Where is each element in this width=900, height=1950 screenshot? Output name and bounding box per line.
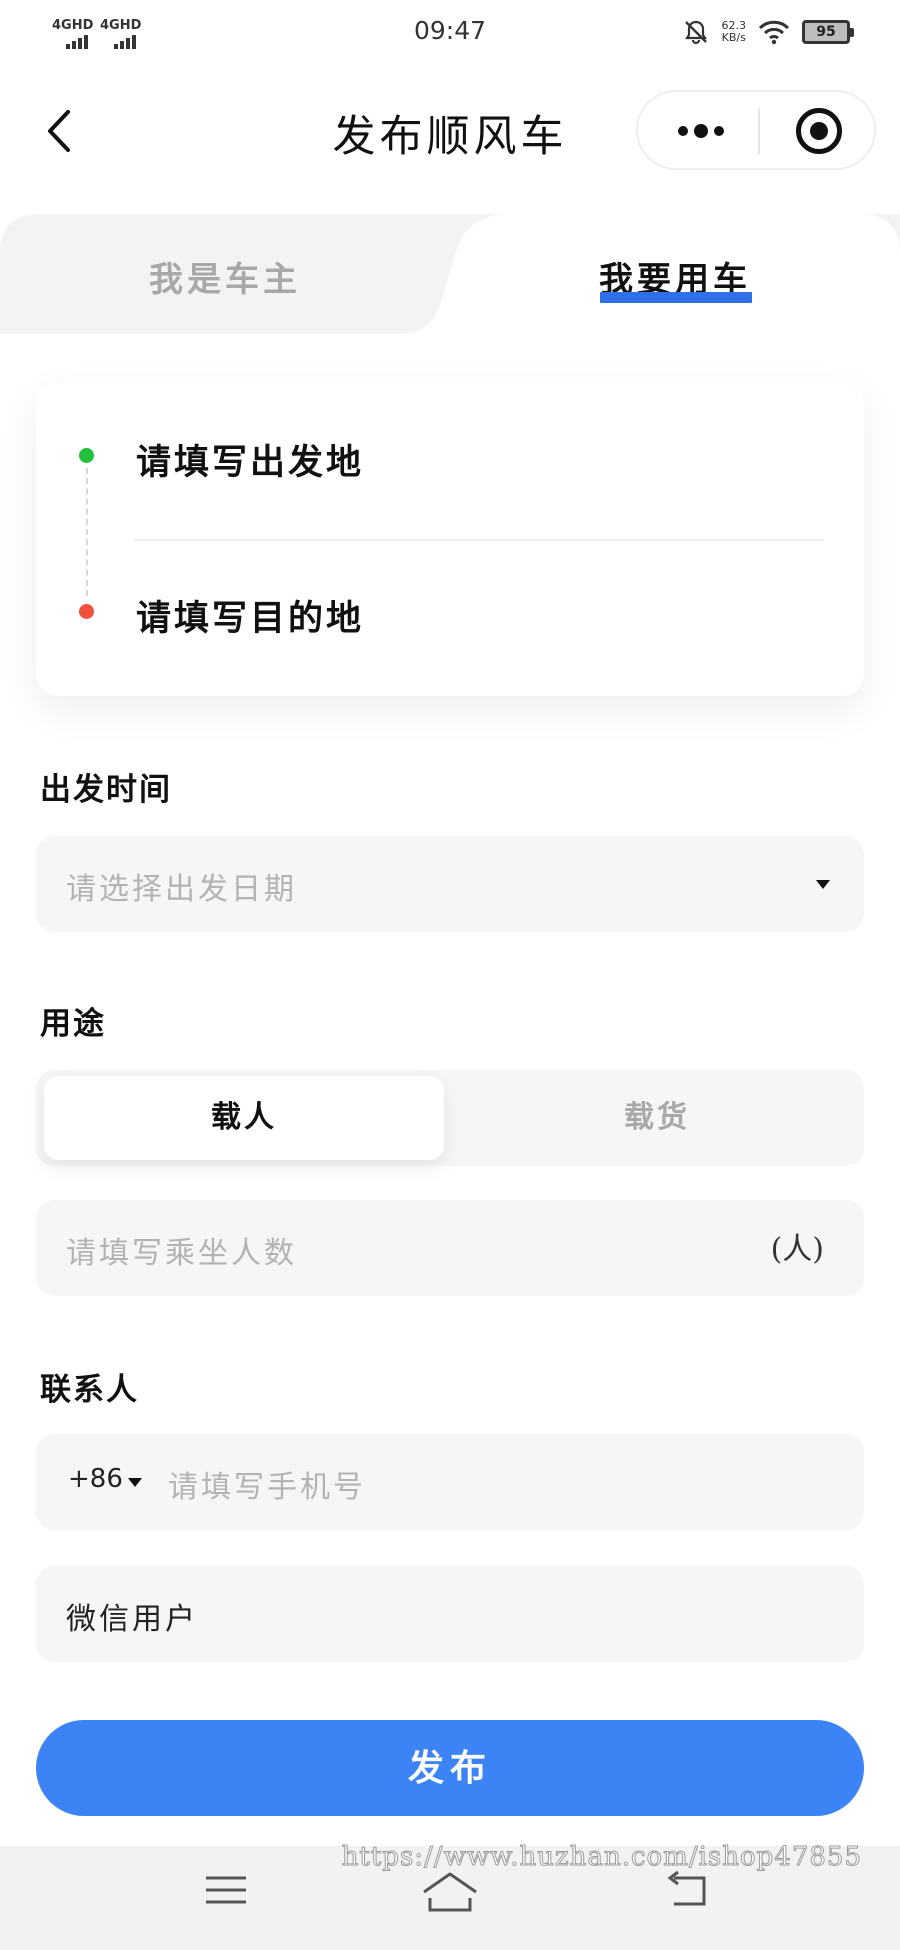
phone-field: +86 请填写手机号 <box>36 1434 864 1530</box>
back-icon[interactable] <box>664 1870 708 1910</box>
navigation-bar: 发布顺风车 <box>0 66 900 194</box>
network-speed: 62.3 KB/s <box>722 20 747 44</box>
country-code: +86 <box>68 1464 123 1494</box>
tab-driver[interactable]: 我是车主 <box>0 252 450 301</box>
battery-level: 95 <box>816 24 836 40</box>
contact-label: 联系人 <box>40 1372 139 1408</box>
more-dots-icon[interactable] <box>676 118 726 144</box>
departure-time-label: 出发时间 <box>40 772 172 808</box>
route-card: 请填写出发地 请填写目的地 <box>36 382 864 696</box>
destination-input[interactable]: 请填写目的地 <box>136 590 364 641</box>
publish-button[interactable]: 发布 <box>36 1720 864 1816</box>
capsule-divider <box>758 108 760 154</box>
passenger-count-placeholder: 请填写乘坐人数 <box>66 1236 297 1271</box>
passenger-count-field[interactable]: 请填写乘坐人数 (人) <box>36 1200 864 1296</box>
role-tabs: 我是车主 我要用车 <box>0 214 900 334</box>
target-circle-icon[interactable] <box>796 108 842 154</box>
origin-input[interactable]: 请填写出发地 <box>136 434 364 485</box>
destination-dot-icon <box>79 604 94 619</box>
battery-icon: 95 <box>802 20 854 44</box>
caret-down-icon <box>128 1478 142 1487</box>
wifi-icon <box>758 20 790 45</box>
country-code-select[interactable]: +86 <box>68 1464 123 1494</box>
route-divider <box>134 539 824 541</box>
purpose-option-passengers-label: 载人 <box>211 1100 277 1135</box>
status-bar: 4GHD 4GHD 09:47 62.3 KB/s 95 <box>0 0 900 66</box>
status-icons: 62.3 KB/s 95 <box>682 18 854 46</box>
phone-input[interactable]: 请填写手机号 <box>168 1462 366 1506</box>
watermark: https://www.huzhan.com/ishop47855 <box>341 1842 862 1873</box>
contact-name-value: 微信用户 <box>66 1602 198 1637</box>
home-icon[interactable] <box>420 1870 480 1914</box>
purpose-label: 用途 <box>40 1006 106 1042</box>
menu-icon[interactable] <box>204 1870 248 1910</box>
purpose-option-cargo[interactable]: 载货 <box>450 1076 864 1160</box>
origin-dot-icon <box>79 448 94 463</box>
mini-program-capsule <box>636 90 876 170</box>
contact-name-field[interactable]: 微信用户 <box>36 1566 864 1662</box>
purpose-option-passengers[interactable]: 载人 <box>44 1076 444 1160</box>
bell-off-icon <box>684 20 707 45</box>
departure-date-select[interactable]: 请选择出发日期 <box>36 836 864 932</box>
active-tab-indicator <box>600 292 752 303</box>
network-speed-unit: KB/s <box>721 31 746 44</box>
purpose-segmented-control: 载人 载货 <box>36 1070 864 1166</box>
passenger-unit: (人) <box>770 1232 824 1267</box>
caret-down-icon <box>816 880 830 889</box>
route-connector <box>86 468 88 596</box>
departure-date-placeholder: 请选择出发日期 <box>66 872 297 907</box>
